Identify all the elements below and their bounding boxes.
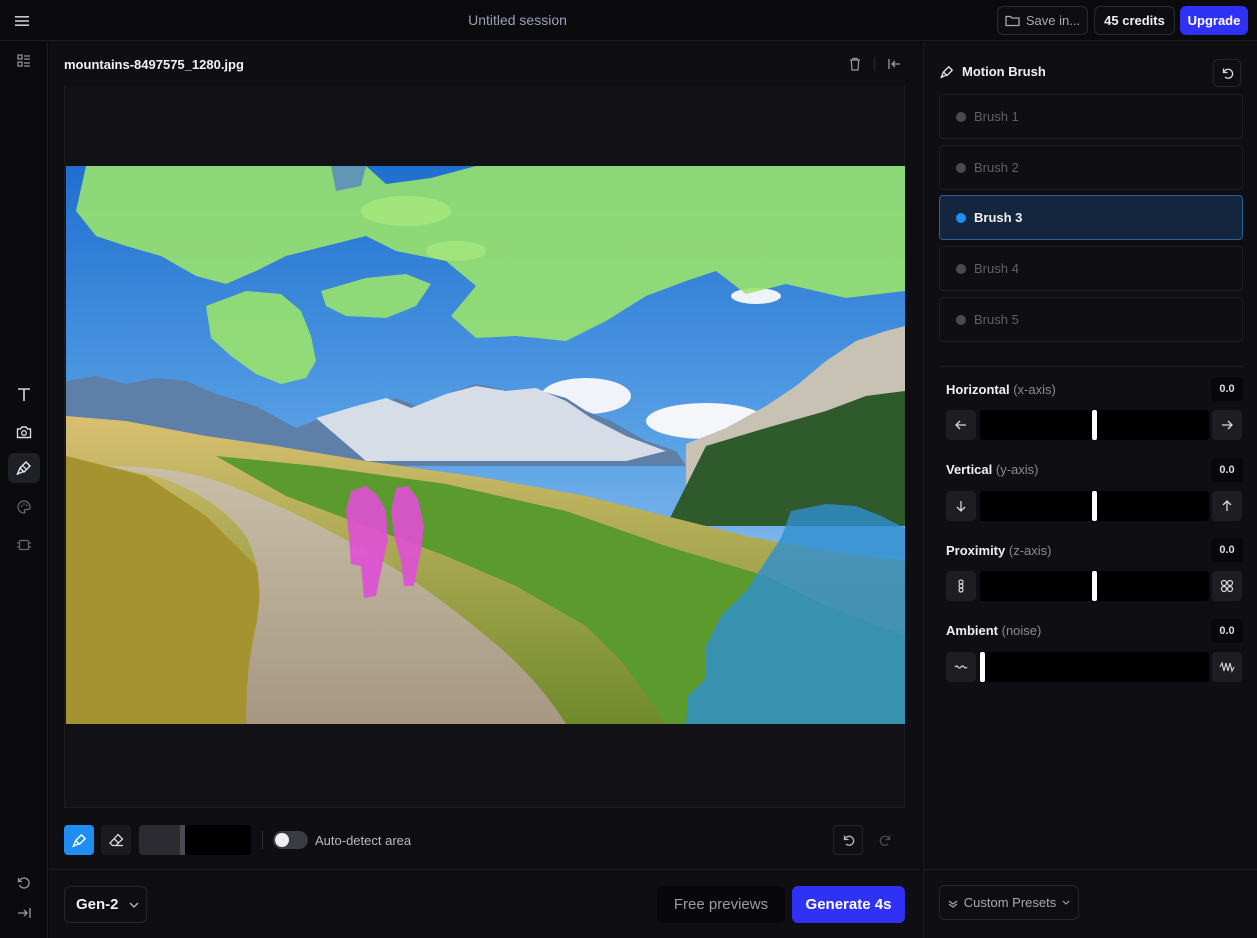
high-noise-icon[interactable]: [1212, 652, 1242, 682]
brush-size-slider[interactable]: [139, 825, 251, 855]
control-name: Vertical: [946, 462, 993, 477]
vertical-value[interactable]: 0.0: [1211, 458, 1243, 482]
horizontal-value[interactable]: 0.0: [1211, 377, 1243, 401]
brush-dot: [956, 263, 966, 274]
brush-label: Brush 2: [974, 160, 1019, 175]
canvas-frame: [64, 86, 905, 808]
custom-presets-button[interactable]: Custom Presets: [939, 885, 1079, 920]
divider: [939, 366, 1243, 367]
brush-tool-button[interactable]: [64, 825, 94, 855]
ambient-slider[interactable]: [980, 652, 1209, 682]
converge-icon[interactable]: [946, 571, 976, 601]
control-name: Horizontal: [946, 382, 1010, 397]
brush-dot: [956, 162, 966, 173]
control-sub: (y-axis): [995, 462, 1039, 477]
panel-header: Motion Brush: [940, 64, 1046, 79]
model-select[interactable]: Gen-2: [64, 886, 147, 923]
panel-title: Motion Brush: [962, 64, 1046, 79]
motion-brush-icon[interactable]: [8, 453, 40, 483]
brush-item-3[interactable]: Brush 3: [939, 195, 1243, 240]
brush-label: Brush 5: [974, 312, 1019, 327]
divider: [49, 869, 921, 870]
arrow-up-icon[interactable]: [1212, 491, 1242, 521]
editor-main: mountains-8497575_1280.jpg Auto-detect a…: [49, 42, 921, 938]
collapse-left-icon[interactable]: [885, 55, 903, 73]
save-in-button[interactable]: Save in...: [997, 6, 1088, 35]
brush-size-fill: [139, 825, 180, 855]
slider-thumb[interactable]: [1092, 410, 1097, 440]
slider-thumb[interactable]: [1092, 571, 1097, 601]
chevron-down-icon: [1062, 900, 1070, 905]
diverge-icon[interactable]: [1212, 571, 1242, 601]
brush-dot: [956, 212, 966, 223]
expand-right-icon[interactable]: [8, 898, 40, 928]
proximity-slider[interactable]: [980, 571, 1209, 601]
slider-thumb[interactable]: [980, 652, 985, 682]
brush-item-4[interactable]: Brush 4: [939, 246, 1243, 291]
brush-dot: [956, 111, 966, 122]
mask-tools-row: Auto-detect area: [64, 825, 905, 855]
brush-item-1[interactable]: Brush 1: [939, 94, 1243, 139]
custom-presets-label: Custom Presets: [963, 895, 1057, 910]
brush-size-handle[interactable]: [180, 825, 185, 855]
redo-button[interactable]: [870, 825, 900, 855]
left-tool-rail: [0, 42, 48, 938]
brush-label: Brush 3: [974, 210, 1023, 225]
divider: [874, 57, 875, 71]
ambient-label: Ambient (noise): [946, 623, 1041, 638]
brush-dot: [956, 314, 966, 325]
camera-icon[interactable]: [8, 417, 40, 447]
brush-item-5[interactable]: Brush 5: [939, 297, 1243, 342]
control-sub: (z-axis): [1008, 543, 1052, 558]
reset-button[interactable]: [1213, 59, 1241, 87]
auto-detect-label: Auto-detect area: [315, 833, 412, 848]
control-name: Proximity: [946, 543, 1006, 558]
credits-button[interactable]: 45 credits: [1094, 6, 1175, 35]
divider: [924, 869, 1257, 870]
upgrade-button[interactable]: Upgrade: [1180, 6, 1248, 35]
undo-button[interactable]: [833, 825, 863, 855]
low-noise-icon[interactable]: [946, 652, 976, 682]
motion-brush-icon: [940, 65, 954, 79]
history-icon[interactable]: [8, 868, 40, 898]
horizontal-label: Horizontal (x-axis): [946, 382, 1056, 397]
horizontal-slider[interactable]: [980, 410, 1209, 440]
motion-brush-panel: Motion Brush Brush 1 Brush 2 Brush 3 Bru…: [923, 42, 1257, 938]
generate-button[interactable]: Generate 4s: [792, 886, 905, 923]
presets-icon: [948, 898, 958, 908]
vertical-label: Vertical (y-axis): [946, 462, 1039, 477]
chevron-down-icon: [129, 902, 139, 908]
slider-thumb[interactable]: [1092, 491, 1097, 521]
brush-label: Brush 4: [974, 261, 1019, 276]
file-name: mountains-8497575_1280.jpg: [64, 57, 244, 72]
divider: [262, 831, 263, 849]
text-icon[interactable]: [8, 379, 40, 409]
ambient-value[interactable]: 0.0: [1211, 619, 1243, 643]
toggle-knob: [275, 833, 289, 847]
eraser-tool-button[interactable]: [101, 825, 131, 855]
top-bar: Untitled session Save in... 45 credits U…: [0, 0, 1257, 41]
folder-icon: [1005, 14, 1020, 27]
control-sub: (x-axis): [1013, 382, 1056, 397]
control-sub: (noise): [1001, 623, 1042, 638]
auto-detect-toggle[interactable]: [273, 831, 308, 849]
frame-icon[interactable]: [8, 530, 40, 560]
vertical-slider[interactable]: [980, 491, 1209, 521]
model-select-value: Gen-2: [76, 896, 119, 913]
arrow-left-icon[interactable]: [946, 410, 976, 440]
arrow-down-icon[interactable]: [946, 491, 976, 521]
image-canvas[interactable]: [66, 166, 905, 724]
control-name: Ambient: [946, 623, 998, 638]
trash-icon[interactable]: [846, 55, 864, 73]
layout-list-icon[interactable]: [8, 46, 40, 76]
session-title[interactable]: Untitled session: [0, 12, 1035, 28]
proximity-value[interactable]: 0.0: [1211, 538, 1243, 562]
free-previews-button[interactable]: Free previews: [657, 886, 785, 923]
palette-icon[interactable]: [8, 492, 40, 522]
arrow-right-icon[interactable]: [1212, 410, 1242, 440]
brush-item-2[interactable]: Brush 2: [939, 145, 1243, 190]
proximity-label: Proximity (z-axis): [946, 543, 1051, 558]
brush-label: Brush 1: [974, 109, 1019, 124]
save-in-label: Save in...: [1025, 13, 1081, 28]
